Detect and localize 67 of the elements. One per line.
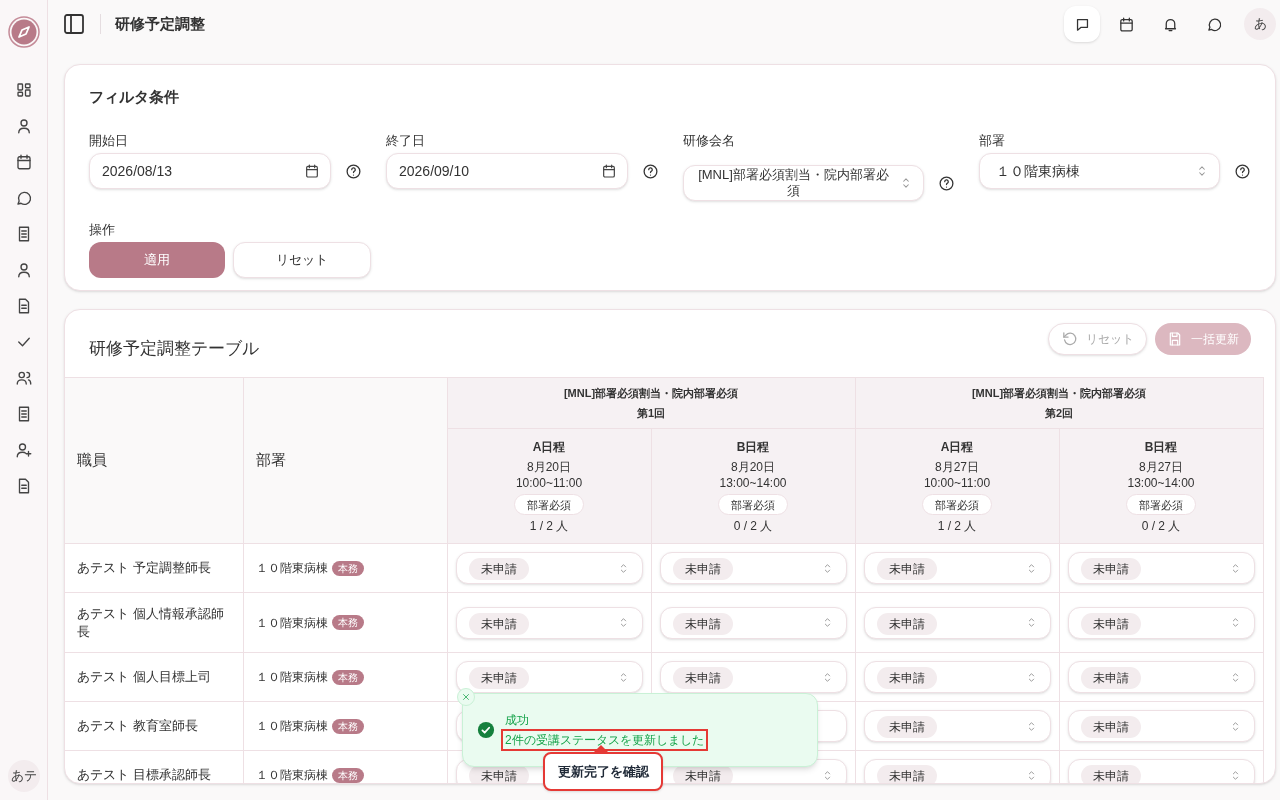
slot-date: 8月27日 — [935, 458, 979, 475]
primary-badge: 本務 — [331, 669, 364, 685]
status-chip: 未申請 — [876, 765, 937, 783]
staff-name: あテスト 個人情報承認師長 — [65, 592, 243, 653]
session-round: 第2回 — [1044, 406, 1074, 421]
column-header: 部署 — [243, 377, 447, 544]
staff-name: あテスト 個人目標上司 — [65, 652, 243, 702]
status-chip: 未申請 — [672, 612, 733, 635]
status-chip: 未申請 — [672, 667, 733, 689]
status-chip: 未申請 — [876, 716, 937, 738]
slot-label: A日程 — [940, 438, 974, 455]
status-chip: 未申請 — [1080, 558, 1141, 580]
slot-date: 8月20日 — [527, 458, 571, 475]
capacity-count: 1 / 2 人 — [529, 517, 569, 534]
session-name: [MNL]部署必須割当・院内部署必須 — [563, 386, 739, 401]
toast-title: 成功 — [504, 712, 530, 729]
capacity-count: 0 / 2 人 — [1141, 517, 1181, 534]
session-name: [MNL]部署必須割当・院内部署必須 — [971, 386, 1147, 401]
slot-time: 13:00~14:00 — [1127, 474, 1195, 491]
primary-badge: 本務 — [331, 767, 364, 783]
field-label: 開始日 — [89, 133, 129, 149]
toast-message: 2件の受講ステータスを更新しました — [501, 729, 708, 751]
department-text: １０階東病棟 — [255, 614, 328, 632]
department-text: １０階東病棟 — [255, 718, 328, 735]
slot-label: B日程 — [1144, 438, 1178, 455]
requirement-tag: 部署必須 — [1126, 493, 1196, 515]
requirement-tag: 部署必須 — [718, 493, 788, 515]
department-text: １０階東病棟 — [255, 767, 328, 783]
page-title: 研修予定調整 — [115, 13, 205, 34]
status-chip: 未申請 — [1080, 667, 1141, 689]
slot-date: 8月20日 — [731, 458, 775, 475]
capacity-count: 1 / 2 人 — [937, 517, 977, 534]
field-label: 終了日 — [386, 133, 426, 149]
status-chip: 未申請 — [876, 667, 937, 689]
slot-date: 8月27日 — [1139, 458, 1183, 475]
staff-name: あテスト 予定調整師長 — [65, 543, 243, 593]
status-chip: 未申請 — [468, 612, 529, 635]
field-label: 操作 — [89, 222, 116, 238]
primary-badge: 本務 — [331, 560, 364, 576]
slot-time: 13:00~14:00 — [719, 474, 787, 491]
slot-time: 10:00~11:00 — [923, 474, 991, 491]
status-chip: 未申請 — [1080, 765, 1141, 783]
section-title: 研修予定調整テーブル — [89, 337, 260, 360]
status-chip: 未申請 — [1080, 716, 1141, 738]
department-text: １０階東病棟 — [255, 669, 328, 686]
slot-time: 10:00~11:00 — [515, 474, 583, 491]
session-round: 第1回 — [636, 406, 666, 421]
status-chip: 未申請 — [672, 558, 733, 580]
primary-badge: 本務 — [331, 615, 364, 630]
requirement-tag: 部署必須 — [514, 493, 584, 515]
field-label: 研修会名 — [683, 133, 736, 149]
section-title: フィルタ条件 — [89, 87, 180, 107]
status-chip: 未申請 — [468, 558, 529, 580]
requirement-tag: 部署必須 — [922, 493, 992, 515]
status-chip: 未申請 — [876, 612, 937, 635]
slot-label: A日程 — [532, 438, 566, 455]
status-chip: 未申請 — [468, 667, 529, 689]
column-header: 職員 — [65, 377, 243, 544]
staff-name: あテスト 教育室師長 — [65, 701, 243, 751]
capacity-count: 0 / 2 人 — [733, 517, 773, 534]
status-chip: 未申請 — [876, 558, 937, 580]
slot-label: B日程 — [736, 438, 770, 455]
status-chip: 未申請 — [1080, 612, 1141, 635]
primary-badge: 本務 — [331, 718, 364, 734]
callout-tooltip: 更新完了を確認 — [543, 752, 663, 791]
department-text: １０階東病棟 — [255, 560, 328, 577]
field-label: 部署 — [979, 133, 1006, 149]
